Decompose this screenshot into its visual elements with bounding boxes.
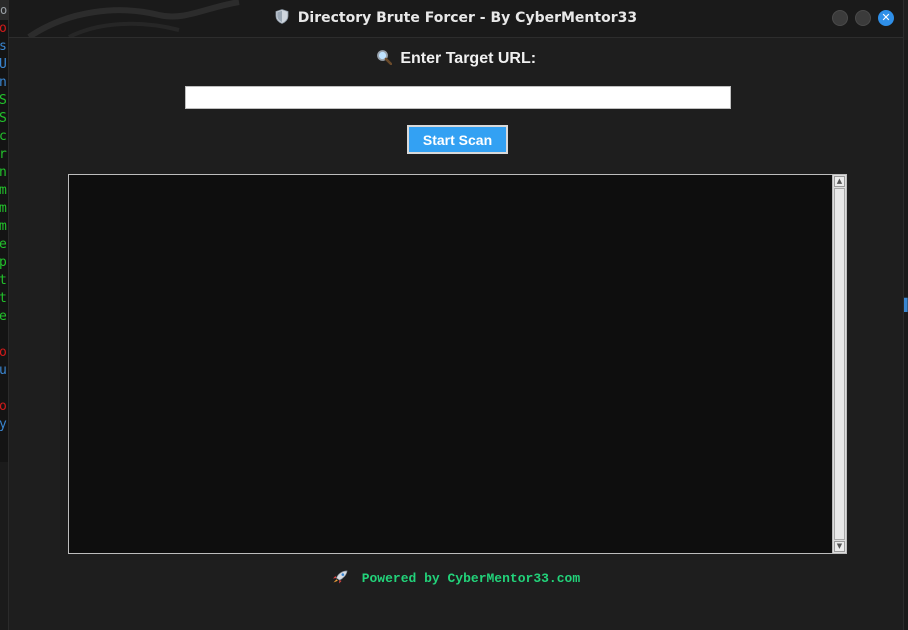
terminal-line: t xyxy=(0,273,7,288)
scan-output-area[interactable]: ▲ ▼ xyxy=(68,174,847,554)
terminal-line: e xyxy=(0,309,7,324)
terminal-line: n xyxy=(0,75,7,90)
terminal-line: o xyxy=(0,21,7,36)
start-scan-button[interactable]: Start Scan xyxy=(407,125,508,154)
terminal-tab-fragment: ot xyxy=(0,0,8,20)
terminal-line: t xyxy=(0,291,7,306)
maximize-button[interactable] xyxy=(855,10,871,26)
output-scrollbar[interactable]: ▲ ▼ xyxy=(832,175,846,553)
scroll-down-arrow-icon[interactable]: ▼ xyxy=(834,541,845,552)
terminal-line: y xyxy=(0,417,7,432)
close-icon: ✕ xyxy=(881,11,891,24)
scroll-up-arrow-icon[interactable]: ▲ xyxy=(834,176,845,187)
scrollbar-thumb[interactable] xyxy=(834,188,845,540)
minimize-button[interactable] xyxy=(832,10,848,26)
window-title-text: Directory Brute Forcer - By CyberMentor3… xyxy=(297,10,638,26)
target-url-label-text: Enter Target URL: xyxy=(400,50,537,67)
terminal-line: p xyxy=(0,255,7,270)
target-url-label: Enter Target URL: xyxy=(9,49,903,68)
terminal-line: c xyxy=(0,129,7,144)
rocket-icon xyxy=(332,570,356,586)
terminal-line: s xyxy=(0,39,7,54)
terminal-line: m xyxy=(0,201,7,216)
background-terminal: ot osUnSScrnmmmeptteouoy xyxy=(0,0,8,462)
window-title: Directory Brute Forcer - By CyberMentor3… xyxy=(9,0,903,37)
terminal-line: o xyxy=(0,345,7,360)
terminal-line: e xyxy=(0,237,7,252)
close-button[interactable]: ✕ xyxy=(878,10,894,26)
scan-output-text[interactable] xyxy=(70,176,832,552)
footer-credit: Powered by CyberMentor33.com xyxy=(9,570,903,586)
terminal-line: U xyxy=(0,57,7,72)
terminal-line: u xyxy=(0,363,7,378)
terminal-lines: osUnSScrnmmmeptteouoy xyxy=(0,20,8,434)
footer-text: Powered by CyberMentor33.com xyxy=(361,571,581,586)
app-window: Directory Brute Forcer - By CyberMentor3… xyxy=(8,0,904,630)
terminal-line: S xyxy=(0,111,7,126)
target-url-input[interactable] xyxy=(185,86,731,109)
terminal-line: r xyxy=(0,147,7,162)
background-desktop xyxy=(0,462,8,630)
shield-icon xyxy=(275,0,289,36)
magnifier-icon xyxy=(376,50,396,67)
terminal-line: S xyxy=(0,93,7,108)
terminal-line: m xyxy=(0,219,7,234)
terminal-line: o xyxy=(0,399,7,414)
terminal-line: m xyxy=(0,183,7,198)
title-bar[interactable]: Directory Brute Forcer - By CyberMentor3… xyxy=(9,0,903,38)
terminal-line: n xyxy=(0,165,7,180)
